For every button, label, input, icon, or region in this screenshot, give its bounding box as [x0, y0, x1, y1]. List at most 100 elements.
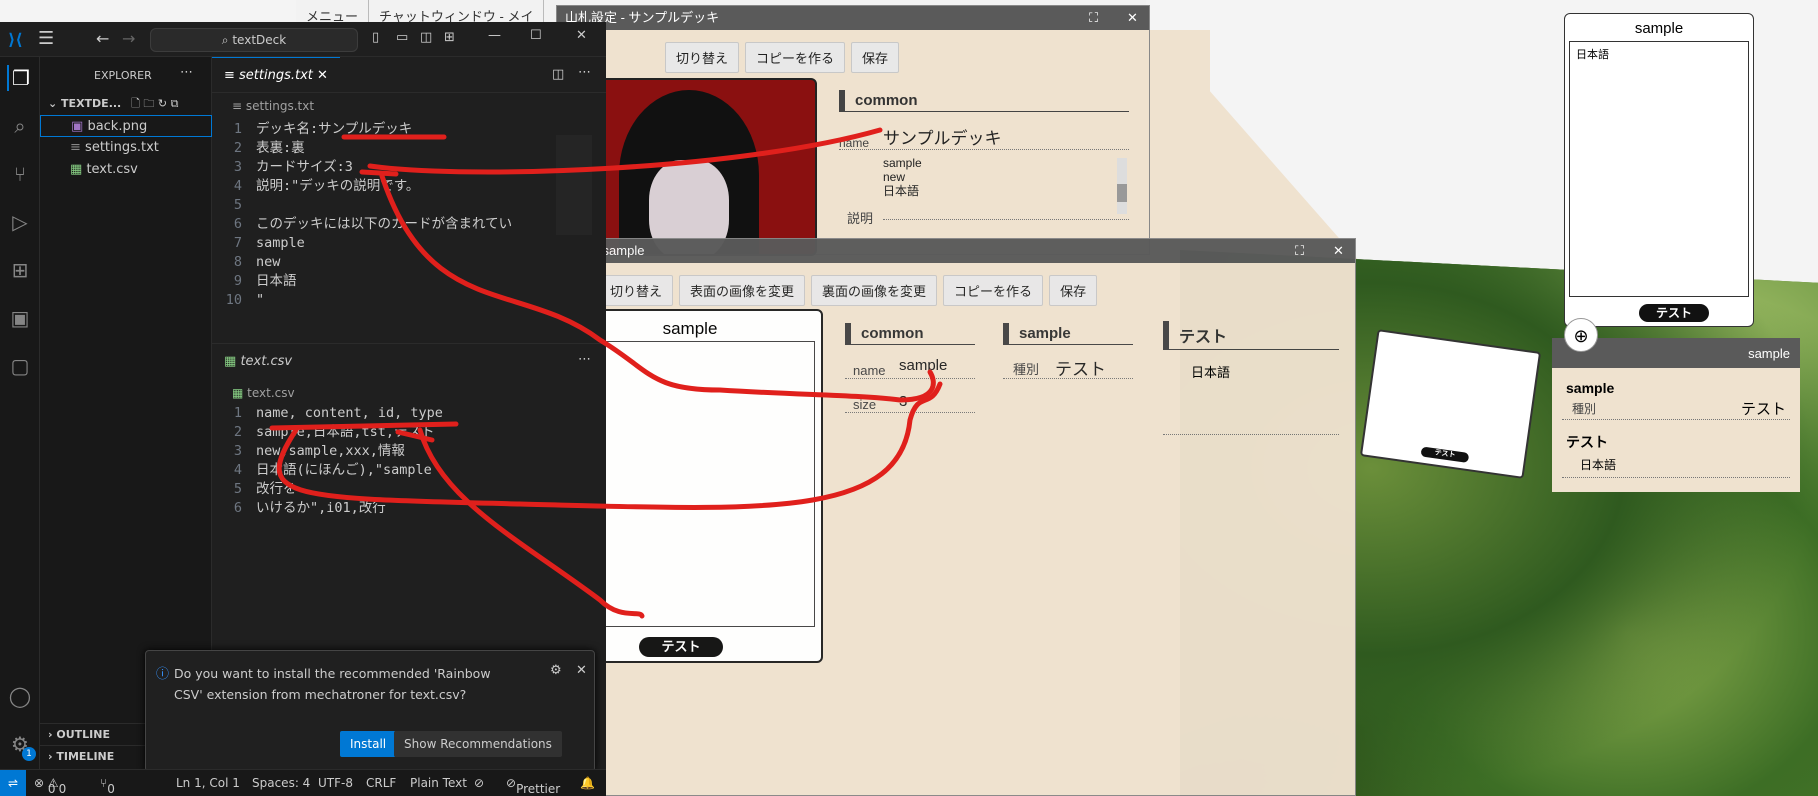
- gear-icon[interactable]: ⚙: [550, 663, 562, 678]
- notifications-bell-icon[interactable]: 🔔: [580, 776, 595, 790]
- more-actions-icon[interactable]: ⋯: [578, 65, 591, 80]
- more-actions-icon[interactable]: ⋯: [578, 352, 591, 367]
- close-icon[interactable]: ✕: [1127, 6, 1138, 30]
- maximize-icon[interactable]: ⛶: [1089, 6, 1098, 30]
- eol-status[interactable]: CRLF: [366, 776, 396, 790]
- split-editor-icon[interactable]: ◫: [552, 67, 564, 82]
- more-actions-icon[interactable]: ⋯: [180, 65, 193, 80]
- code-line[interactable]: 5 改行を: [212, 480, 297, 499]
- card-size-value[interactable]: 3: [899, 393, 907, 410]
- name-label: name: [853, 363, 886, 378]
- forward-arrow-icon[interactable]: →: [122, 29, 135, 48]
- chat-icon[interactable]: ▢: [7, 353, 33, 379]
- explorer-icon[interactable]: ❐: [7, 65, 33, 91]
- info-icon: ⓘ: [156, 667, 170, 682]
- show-recommendations-button[interactable]: Show Recommendations: [394, 731, 562, 757]
- source-control-icon[interactable]: ⑂: [7, 161, 33, 187]
- tab-text-csv[interactable]: ▦ text.csv: [212, 344, 316, 379]
- layout-icon[interactable]: ⊞: [444, 30, 455, 45]
- extensions-icon[interactable]: ⊞: [7, 257, 33, 283]
- deck-card-list[interactable]: sample new 日本語: [883, 156, 1129, 220]
- close-icon[interactable]: ✕: [576, 28, 587, 43]
- board-card[interactable]: テスト: [1359, 329, 1542, 479]
- language-status[interactable]: Plain Text: [410, 776, 467, 790]
- code-line[interactable]: 6 いけるか",i01,改行: [212, 499, 386, 518]
- toggle-secondary-icon[interactable]: ◫: [420, 30, 432, 45]
- change-front-image-button[interactable]: 表面の画像を変更: [679, 275, 806, 306]
- code-line[interactable]: 2 表裏:裏: [212, 139, 305, 158]
- search-icon[interactable]: ⌕: [7, 113, 33, 139]
- code-text: new,sample,xxx,情報: [256, 443, 405, 459]
- command-search-input[interactable]: ⌕ textDeck: [150, 28, 358, 52]
- install-button[interactable]: Install: [340, 731, 397, 757]
- switch-button[interactable]: 切り替え: [599, 275, 674, 306]
- deck-common-section: common name サンプルデッキ sample new 日本語 説明: [839, 90, 1129, 226]
- maximize-icon[interactable]: ⛶: [1295, 239, 1304, 263]
- save-button[interactable]: 保存: [1049, 275, 1098, 306]
- indentation-status[interactable]: Spaces: 4: [252, 776, 310, 790]
- close-icon[interactable]: ✕: [576, 663, 587, 678]
- code-line[interactable]: 7 sample: [212, 234, 305, 253]
- card-name-value[interactable]: sample: [899, 357, 947, 374]
- toggle-panel-icon[interactable]: ▭: [396, 30, 408, 45]
- info-kind-row: 種別 テスト: [1562, 396, 1790, 420]
- right-card-body: 日本語: [1569, 41, 1749, 297]
- list-item: new: [883, 170, 906, 184]
- list-item: 日本語: [883, 184, 920, 198]
- breadcrumb[interactable]: ≡ settings.txt: [232, 99, 314, 113]
- code-line[interactable]: 10 ": [212, 291, 264, 310]
- desc-label: 説明: [847, 211, 874, 226]
- code-line[interactable]: 8 new: [212, 253, 281, 272]
- remote-explorer-icon[interactable]: ▣: [7, 305, 33, 331]
- list-item: sample: [883, 156, 922, 170]
- deck-settings-window: 山札設定 - サンプルデッキ ⛶ ✕ 切り替え コピーを作る 保存 common n…: [556, 5, 1150, 256]
- account-icon[interactable]: ◯: [7, 683, 33, 709]
- ports-status[interactable]: ⑂ 0: [100, 776, 115, 796]
- file-item-settings-txt[interactable]: ≡ settings.txt: [40, 137, 212, 159]
- switch-button[interactable]: 切り替え: [665, 42, 740, 73]
- folder-header[interactable]: ⌄ TEXTDE... 🗋 🗀 ↻ ⧉: [40, 93, 212, 115]
- deck-name-value[interactable]: サンプルデッキ: [883, 124, 1002, 149]
- name-label: name: [839, 136, 870, 150]
- test-value[interactable]: 日本語: [1191, 362, 1339, 381]
- code-line[interactable]: 3 カードサイズ:3: [212, 158, 353, 177]
- kind-value[interactable]: テスト: [1055, 355, 1106, 380]
- code-line[interactable]: 4 日本語(にほんご),"sample: [212, 461, 432, 480]
- size-label: size: [853, 397, 877, 412]
- breadcrumb[interactable]: ▦ text.csv: [232, 386, 295, 400]
- change-back-image-button[interactable]: 裏面の画像を変更: [811, 275, 938, 306]
- minimize-icon[interactable]: —: [488, 28, 501, 43]
- minimap[interactable]: [556, 135, 592, 235]
- code-line[interactable]: 9 日本語: [212, 272, 297, 291]
- copilot-icon[interactable]: ⊘: [474, 776, 484, 790]
- remote-icon[interactable]: ⇌: [0, 770, 26, 796]
- scrollbar[interactable]: [1117, 158, 1127, 214]
- cursor-position[interactable]: Ln 1, Col 1: [176, 776, 240, 790]
- zoom-button[interactable]: ⊕: [1564, 318, 1598, 352]
- code-line[interactable]: 3 new,sample,xxx,情報: [212, 442, 405, 461]
- problems-status[interactable]: ⊗ 0 ⚠ 0: [34, 776, 66, 796]
- copy-button[interactable]: コピーを作る: [943, 275, 1044, 306]
- close-icon[interactable]: ✕: [1333, 239, 1344, 263]
- menu-icon[interactable]: ☰: [38, 28, 54, 49]
- file-item-back-png[interactable]: ▣ back.png: [40, 115, 212, 137]
- back-arrow-icon[interactable]: ←: [96, 29, 109, 48]
- line-number: 5: [233, 481, 242, 497]
- code-line[interactable]: 6 このデッキには以下のカードが含まれてい: [212, 215, 512, 234]
- toggle-sidebar-icon[interactable]: ▯: [372, 30, 379, 45]
- tab-settings-txt[interactable]: ≡ settings.txt ✕: [212, 57, 340, 92]
- code-line[interactable]: 1 デッキ名:サンプルデッキ: [212, 120, 412, 139]
- code-line[interactable]: 4 説明:"デッキの説明です。: [212, 177, 420, 196]
- maximize-icon[interactable]: ☐: [530, 28, 542, 43]
- test-empty-field[interactable]: [1163, 411, 1339, 435]
- save-button[interactable]: 保存: [851, 42, 900, 73]
- file-item-text-csv[interactable]: ▦ text.csv: [40, 159, 212, 181]
- prettier-status[interactable]: ⊘ Prettier: [506, 776, 560, 796]
- code-line[interactable]: 5: [212, 196, 256, 215]
- code-line[interactable]: 2 sample,日本語,tst,テスト: [212, 423, 435, 442]
- run-debug-icon[interactable]: ▷: [7, 209, 33, 235]
- copy-button[interactable]: コピーを作る: [745, 42, 846, 73]
- kind-value: テスト: [1740, 401, 1786, 418]
- encoding-status[interactable]: UTF-8: [318, 776, 353, 790]
- code-line[interactable]: 1 name, content, id, type: [212, 404, 443, 423]
